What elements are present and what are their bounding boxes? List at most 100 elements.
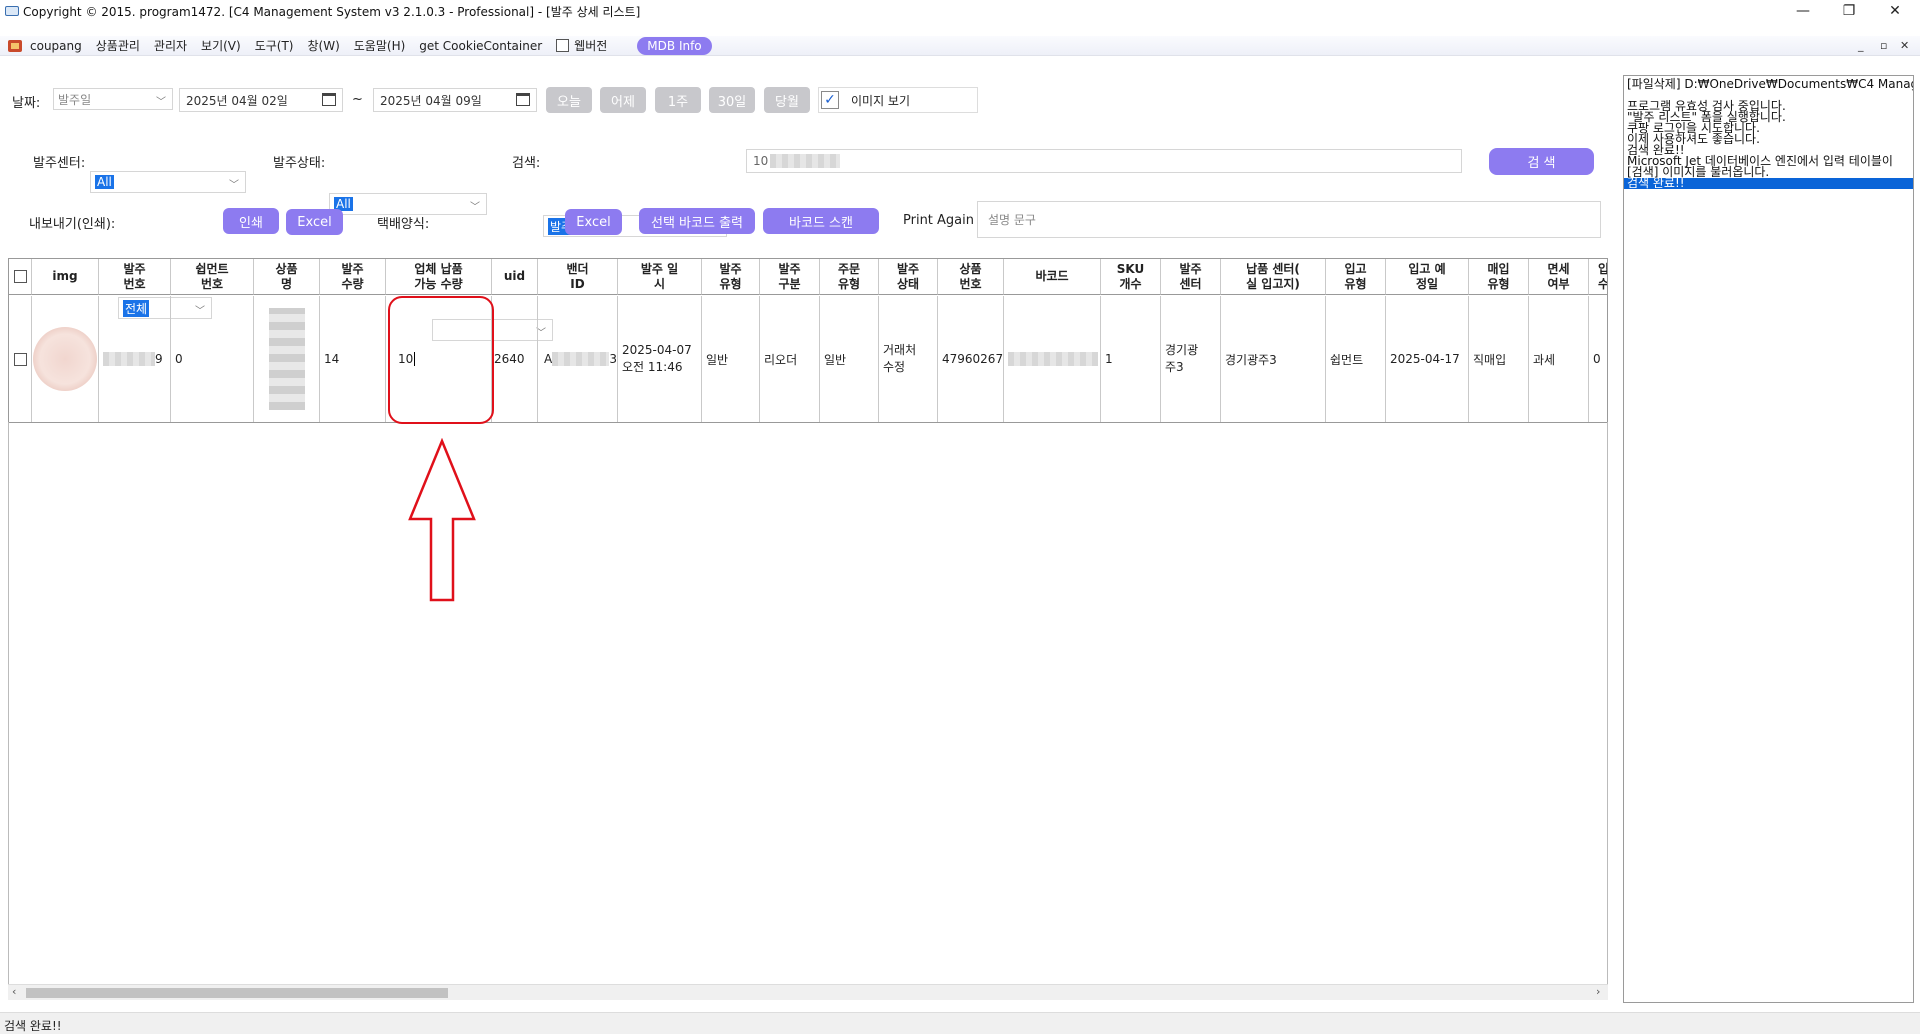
header-in-qty[interactable]: 입 수 [1589,259,1607,295]
description-input[interactable]: 설명 문구 [977,201,1601,238]
select-all-checkbox-cell[interactable] [9,259,32,295]
search-input[interactable]: 10 [746,149,1462,173]
close-button[interactable]: ✕ [1872,0,1918,22]
yesterday-button[interactable]: 어제 [600,87,646,113]
status-text: 검색 완료!! [4,1019,62,1033]
order-type-cell[interactable]: 일반 [702,296,760,422]
menu-help[interactable]: 도움말(H) [354,37,406,54]
header-order-category[interactable]: 발주 구분 [760,259,820,295]
header-order-qty[interactable]: 발주 수량 [320,259,386,295]
order-category-cell[interactable]: 리오더 [760,296,820,422]
one-week-button[interactable]: 1주 [655,87,701,113]
header-sku-count[interactable]: SKU 개수 [1101,259,1161,295]
menu-get-cookie[interactable]: get CookieContainer [419,39,542,53]
mdi-restore-button[interactable]: ▫ [1880,39,1887,52]
log-panel[interactable]: [파일삭제] D:₩OneDrive₩Documents₩C4 Manage 프… [1623,75,1914,1003]
uid-cell[interactable]: 2640 [492,296,538,422]
barcode-scan-button[interactable]: 바코드 스캔 [763,208,879,234]
header-buy-type[interactable]: 매입 유형 [1469,259,1529,295]
product-no-cell[interactable]: 47960267 [938,296,1004,422]
header-purchase-type[interactable]: 주문 유형 [820,259,879,295]
chevron-down-icon: ﹀ [470,202,480,213]
shipping-excel-button[interactable]: Excel [565,209,622,235]
scroll-left-icon[interactable]: ‹ [12,985,16,998]
tax-cell[interactable]: 과세 [1529,296,1589,422]
barcode-cell[interactable] [1004,296,1101,422]
header-order-center[interactable]: 발주 센터 [1161,259,1221,295]
today-button[interactable]: 오늘 [546,87,592,113]
order-center-cell[interactable]: 경기광 주3 [1161,296,1221,422]
menu-product[interactable]: 상품관리 [96,37,140,54]
row-checkbox[interactable] [13,352,27,366]
calendar-icon[interactable] [322,93,336,106]
mdb-info-button[interactable]: MDB Info [637,36,712,55]
header-receive-type[interactable]: 입고 유형 [1326,259,1386,295]
header-available-qty[interactable]: 업체 납품 가능 수량 [386,259,492,295]
header-delivery-center[interactable]: 납품 센터( 실 입고지) [1221,259,1326,295]
header-receive-date[interactable]: 입고 예 정일 [1386,259,1469,295]
print-button[interactable]: 인쇄 [223,208,279,234]
menu-coupang[interactable]: coupang [30,39,82,53]
order-no-cell[interactable]: 9 [99,296,171,422]
vendor-id-cell[interactable]: A3 [538,296,618,422]
delivery-center-cell[interactable]: 경기광주3 [1221,296,1326,422]
header-order-no[interactable]: 발주 번호 [99,259,171,295]
calendar-icon[interactable] [516,93,530,106]
select-all-checkbox[interactable] [13,270,27,283]
product-name-cell[interactable] [254,296,320,422]
mdi-minimize-button[interactable]: _ [1858,39,1864,52]
order-status-combo[interactable]: All ﹀ [329,193,487,215]
menu-tools[interactable]: 도구(T) [255,37,294,54]
buy-type-cell[interactable]: 직매입 [1469,296,1529,422]
print-selected-barcode-button[interactable]: 선택 바코드 출력 [639,208,755,234]
search-button[interactable]: 검 색 [1489,148,1594,175]
scroll-right-icon[interactable]: › [1596,985,1600,998]
order-center-combo[interactable]: All ﹀ [90,171,246,193]
header-uid[interactable]: uid [492,259,538,295]
webversion-checkbox[interactable] [556,39,570,52]
header-product-name[interactable]: 상품 명 [254,259,320,295]
order-qty-cell[interactable]: 14 [320,296,386,422]
sku-count-cell[interactable]: 1 [1101,296,1161,422]
header-shipment-no[interactable]: 쉽먼트 번호 [171,259,254,295]
date-type-combo[interactable]: 발주일 ﹀ [53,88,173,110]
window-title: Copyright © 2015. program1472. [C4 Manag… [23,4,641,19]
row-checkbox-cell[interactable] [9,296,32,422]
order-status-cell[interactable]: 거래처 수정 [879,296,938,422]
webversion-label: 웹버전 [574,39,608,53]
header-barcode[interactable]: 바코드 [1004,259,1101,295]
header-img[interactable]: img [32,259,99,295]
header-order-status[interactable]: 발주 상태 [879,259,938,295]
receive-type-cell[interactable]: 쉽먼트 [1326,296,1386,422]
shipment-no-cell[interactable]: 0 [171,296,254,422]
mdi-close-button[interactable]: ✕ [1900,39,1909,52]
menu-window[interactable]: 창(W) [307,37,339,54]
date-from-picker[interactable]: 2025년 04월 02일 [179,88,343,112]
date-label: 날짜: [12,96,41,111]
scrollbar-thumb[interactable] [26,988,448,998]
receive-date-cell[interactable]: 2025-04-17 [1386,296,1469,422]
header-order-datetime[interactable]: 발주 일 시 [618,259,702,295]
order-datetime-cell[interactable]: 2025-04-07 오전 11:46 [618,296,702,422]
menu-admin[interactable]: 관리자 [154,37,187,54]
checkmark-icon[interactable]: ✓ [821,91,839,109]
show-images-toggle[interactable]: ✓ 이미지 보기 [818,87,978,113]
log-line: [파일삭제] D:₩OneDrive₩Documents₩C4 Manage [1627,77,1914,91]
menu-view[interactable]: 보기(V) [201,37,241,54]
date-to-picker[interactable]: 2025년 04월 09일 [373,88,537,112]
log-line-selected[interactable]: 검색 완료!! [1624,177,1913,189]
minimize-button[interactable]: — [1780,0,1826,22]
purchase-type-cell[interactable]: 일반 [820,296,879,422]
header-order-type[interactable]: 발주 유형 [702,259,760,295]
mdi-window-icon[interactable] [8,39,22,52]
grid-horizontal-scrollbar[interactable]: ‹ › [8,984,1608,1000]
header-tax[interactable]: 면세 여부 [1529,259,1589,295]
thirty-days-button[interactable]: 30일 [709,87,755,113]
header-product-no[interactable]: 상품 번호 [938,259,1004,295]
header-vendor-id[interactable]: 밴더 ID [538,259,618,295]
maximize-button[interactable]: ❐ [1826,0,1872,22]
in-qty-cell[interactable]: 0 [1589,296,1607,422]
this-month-button[interactable]: 당월 [764,87,810,113]
product-image-cell[interactable] [32,296,99,422]
excel-export-button[interactable]: Excel [286,209,343,235]
